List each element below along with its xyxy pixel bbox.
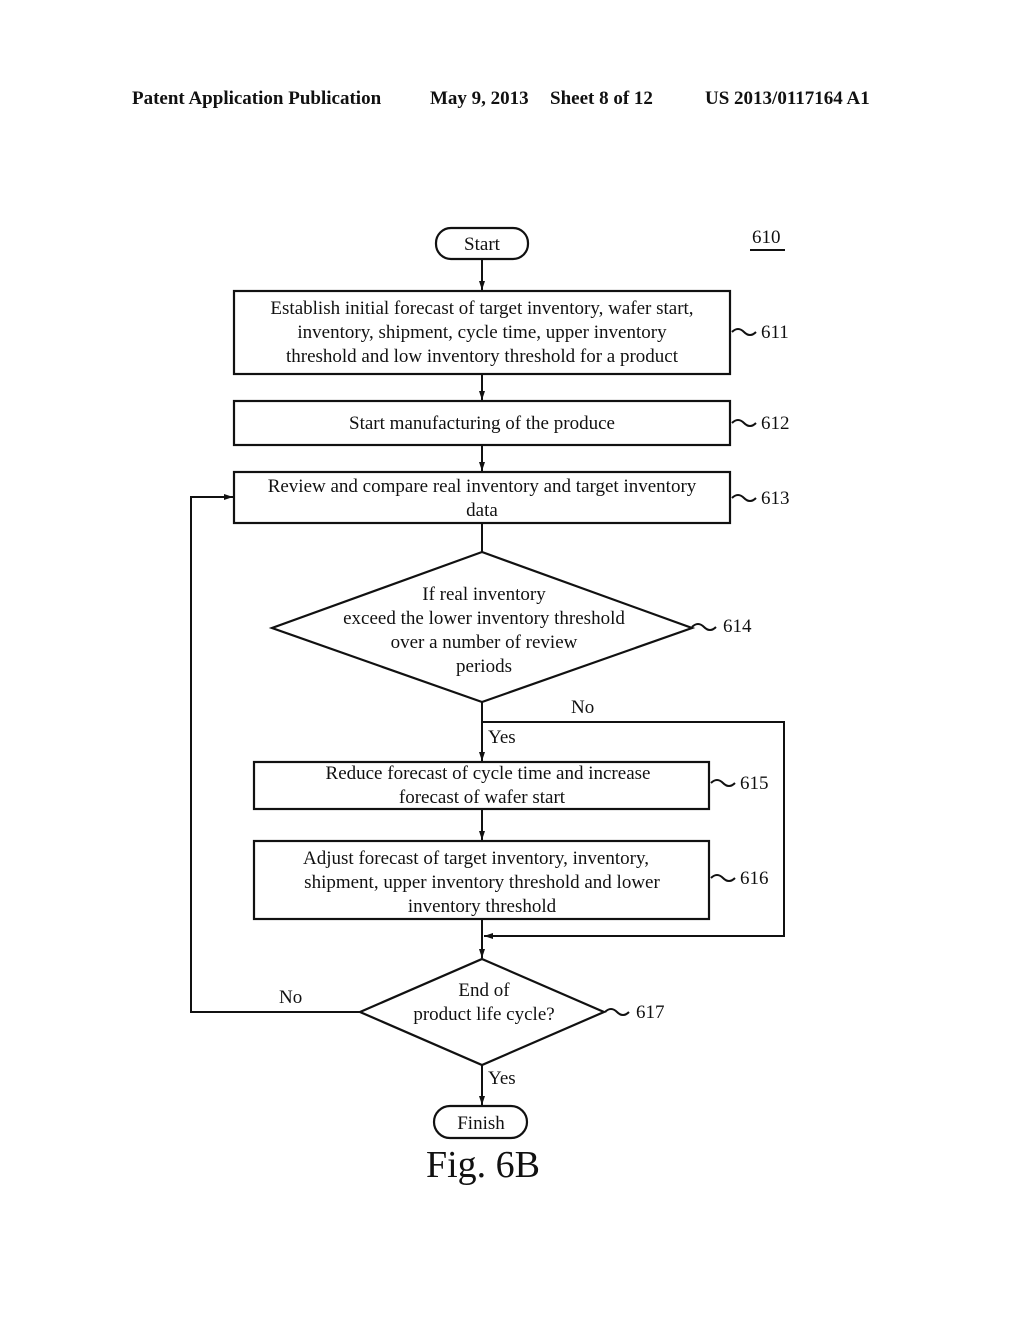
step-615-line-2: forecast of wafer start	[399, 787, 566, 808]
decision-614-line-1: If real inventory	[422, 584, 546, 605]
ref-612: 612	[761, 413, 790, 434]
step-616: Adjust forecast of target inventory, inv…	[252, 839, 711, 921]
decision-614-yes-label: Yes	[488, 727, 516, 748]
ref-615: 615	[740, 773, 769, 794]
step-616-line-1: Adjust forecast of target inventory, inv…	[303, 848, 649, 869]
finish-terminal: Finish	[432, 1104, 529, 1140]
decision-614-no-label: No	[571, 697, 594, 718]
step-613-line-2: data	[466, 500, 498, 521]
leader-611	[731, 328, 757, 336]
decision-617-line-2: product life cycle?	[413, 1004, 554, 1025]
leader-614	[691, 623, 717, 631]
figure-caption: Fig. 6B	[426, 1144, 540, 1186]
decision-617-yes-label: Yes	[488, 1068, 516, 1089]
step-611: Establish initial forecast of target inv…	[232, 289, 732, 376]
start-terminal: Start	[434, 226, 530, 261]
decision-617-line-1: End of	[458, 980, 510, 1001]
ref-611: 611	[761, 322, 789, 343]
decision-614-line-3: over a number of review	[391, 632, 578, 653]
decision-614-line-4: periods	[456, 656, 512, 677]
step-613-line-1: Review and compare real inventory and ta…	[268, 476, 697, 497]
decision-614: If real inventory exceed the lower inven…	[268, 550, 696, 704]
leader-616	[710, 874, 736, 882]
step-615-line-1: Reduce forecast of cycle time and increa…	[326, 763, 651, 784]
connector-617-no	[190, 494, 360, 1013]
leader-613	[731, 494, 757, 502]
decision-614-line-2: exceed the lower inventory threshold	[343, 608, 625, 629]
step-612: Start manufacturing of the produce	[232, 399, 732, 447]
start-label: Start	[464, 234, 501, 255]
leader-617	[604, 1008, 630, 1016]
ref-613: 613	[761, 488, 790, 509]
step-613: Review and compare real inventory and ta…	[232, 470, 732, 525]
ref-616: 616	[740, 868, 769, 889]
decision-617-no-label: No	[279, 987, 302, 1008]
leader-615	[710, 779, 736, 787]
finish-label: Finish	[457, 1113, 505, 1134]
ref-614: 614	[723, 616, 752, 637]
step-611-line-3: threshold and low inventory threshold fo…	[286, 346, 679, 367]
step-616-line-3: inventory threshold	[408, 896, 557, 917]
leader-612	[731, 419, 757, 427]
flowchart: 610 Start Establish initial forecast of …	[190, 226, 790, 1186]
figure-ref: 610	[752, 227, 781, 248]
ref-617: 617	[636, 1002, 665, 1023]
step-615: Reduce forecast of cycle time and increa…	[252, 760, 711, 811]
step-611-line-2: inventory, shipment, cycle time, upper i…	[297, 322, 667, 343]
step-616-line-2: shipment, upper inventory threshold and …	[304, 872, 660, 893]
decision-617: End of product life cycle?	[357, 957, 607, 1067]
step-612-line-1: Start manufacturing of the produce	[349, 413, 615, 434]
step-611-line-1: Establish initial forecast of target inv…	[270, 298, 693, 319]
